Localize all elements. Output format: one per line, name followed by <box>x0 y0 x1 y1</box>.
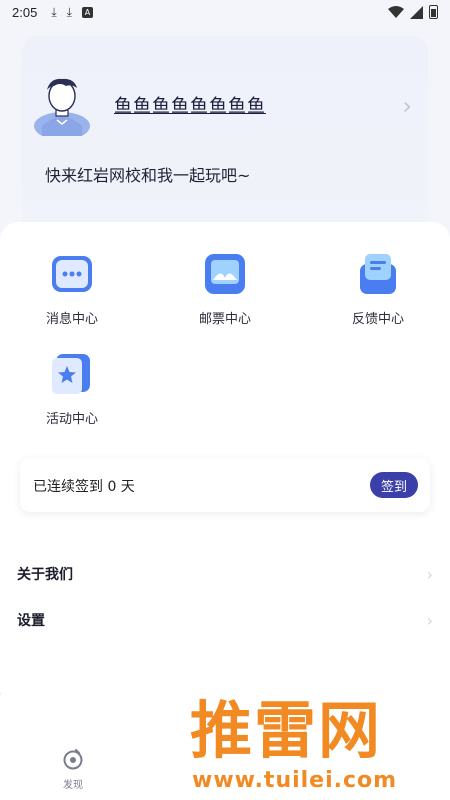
grid-label: 邮票中心 <box>198 312 251 327</box>
stamp-center-icon <box>205 254 245 294</box>
avatar[interactable] <box>32 72 92 136</box>
checkin-button[interactable]: 签到 <box>370 472 418 498</box>
download-icon: ⤓ <box>66 4 72 19</box>
profile-card[interactable]: 鱼鱼鱼鱼鱼鱼鱼鱼 › 快来红岩网校和我一起玩吧~ <box>22 36 428 236</box>
grid-label: 活动中心 <box>45 412 98 427</box>
tab-discover[interactable]: 发现 <box>48 748 98 791</box>
message-center-icon <box>52 256 92 292</box>
grid-item-activity-center[interactable]: 活动中心 <box>27 352 117 427</box>
battery-icon <box>429 5 438 19</box>
checkin-streak-text: 已连续签到 0 天 <box>33 479 135 495</box>
chevron-right-icon[interactable]: › <box>402 92 412 120</box>
grid-item-stamp-center[interactable]: 邮票中心 <box>180 252 270 327</box>
feedback-center-icon <box>360 254 396 294</box>
menu-label: 关于我们 <box>17 567 73 583</box>
grid-label: 反馈中心 <box>351 312 404 327</box>
chevron-right-icon: › <box>426 564 433 584</box>
status-time: 2:05 <box>12 4 38 20</box>
nickname[interactable]: 鱼鱼鱼鱼鱼鱼鱼鱼 <box>114 92 266 118</box>
tab-label: 发现 <box>63 780 83 791</box>
download-icon: ⤓ <box>51 4 57 19</box>
menu-item-settings[interactable]: 设置 › <box>0 600 450 640</box>
grid-label: 消息中心 <box>45 312 98 327</box>
main-panel: 消息中心 邮票中心 反馈中心 活动中心 已连续签到 0 天 签到 关于我们 › … <box>0 222 450 692</box>
wifi-icon <box>388 5 404 18</box>
grid-item-message-center[interactable]: 消息中心 <box>27 252 117 327</box>
grid-item-feedback-center[interactable]: 反馈中心 <box>333 252 423 327</box>
watermark-logo: 推雷网 <box>190 694 383 767</box>
discover-icon <box>63 749 83 770</box>
watermark-url: www.tuilei.com <box>192 768 398 793</box>
menu-label: 设置 <box>17 613 45 629</box>
chevron-right-icon: › <box>426 610 433 630</box>
checkin-card: 已连续签到 0 天 签到 <box>20 458 430 512</box>
menu-item-about-us[interactable]: 关于我们 › <box>0 554 450 594</box>
profile-motto: 快来红岩网校和我一起玩吧~ <box>45 166 251 185</box>
a-badge-icon: A <box>81 6 93 18</box>
activity-center-icon <box>52 354 90 394</box>
signal-icon <box>410 5 423 19</box>
status-bar: 2:05 ⤓ ⤓ A <box>0 0 450 24</box>
